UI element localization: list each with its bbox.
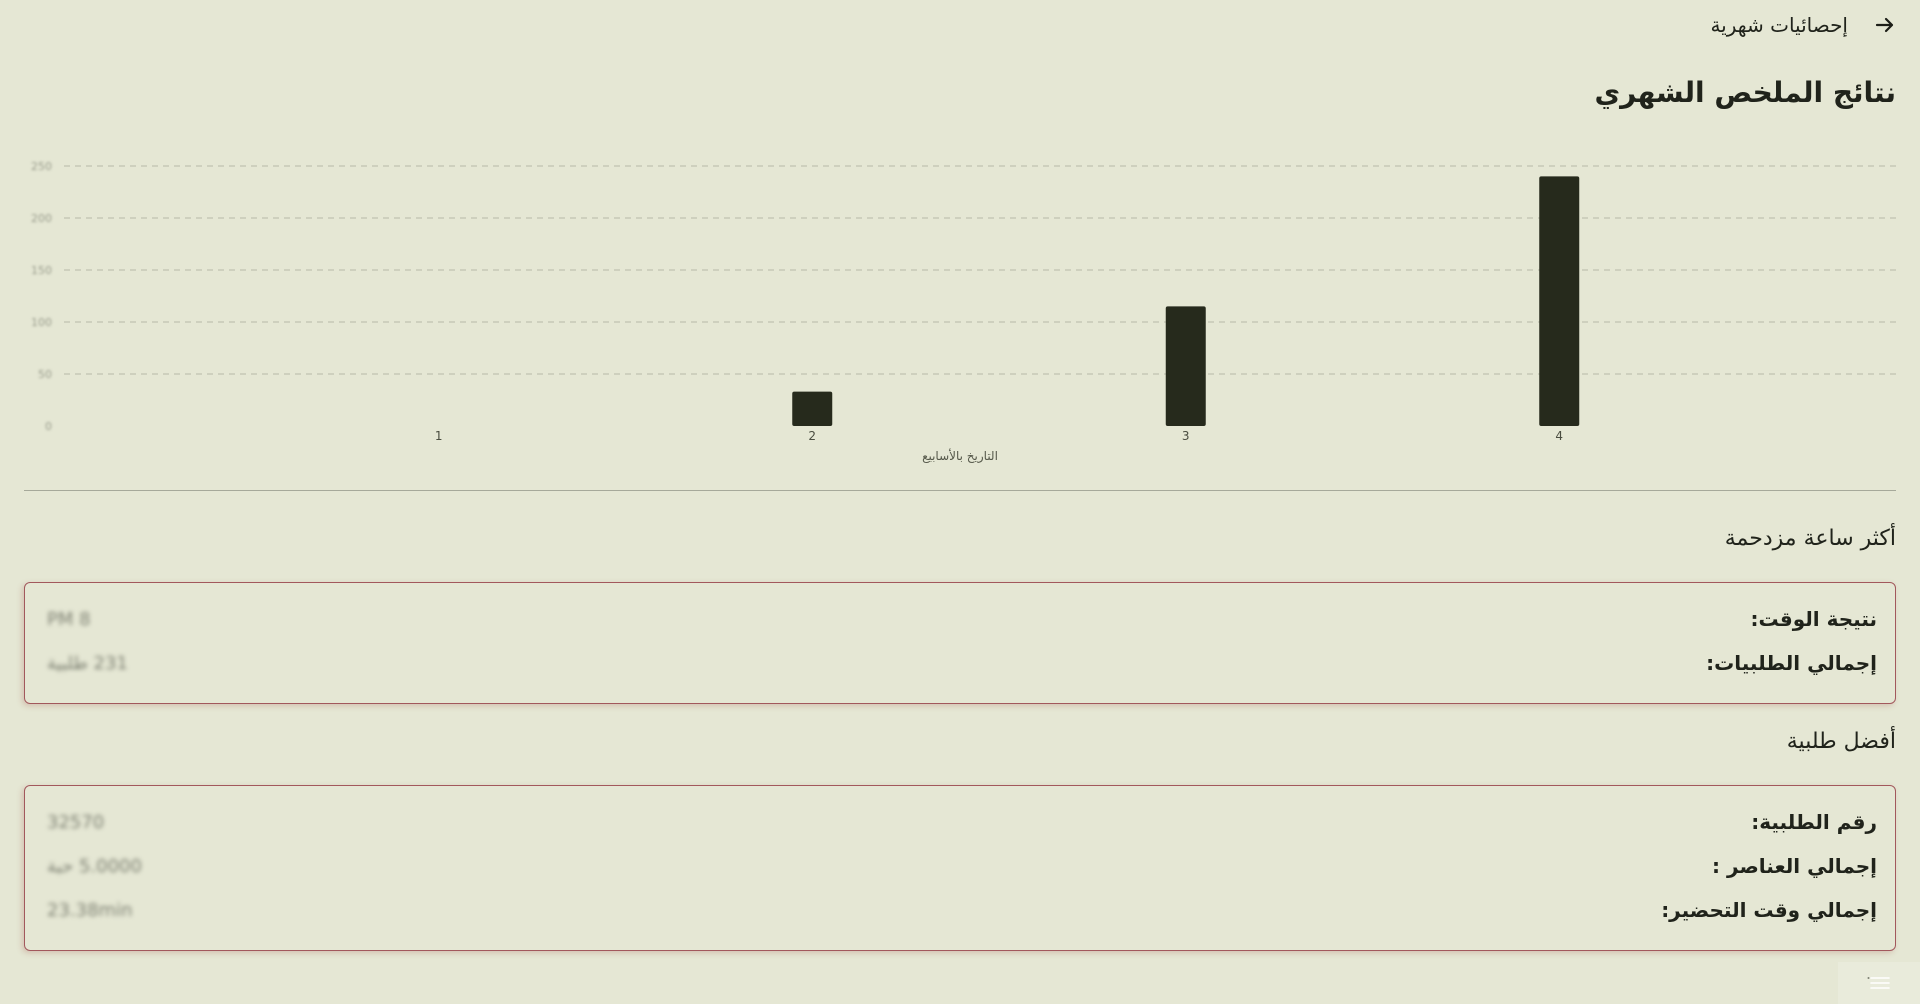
chart-bar [1539,176,1580,426]
corner-menu-button[interactable] [1838,962,1920,1004]
prep-time-value: 23.38min [47,899,133,921]
header-bar: إحصائيات شهرية [1710,8,1900,42]
x-tick-label: 3 [1182,429,1190,443]
busiest-hour-title: أكثر ساعة مزدحمة [1724,526,1896,551]
best-order-row-items: إجمالي العناصر : 5.0000 حبة [47,844,1877,888]
y-tick-label: 50 [38,368,52,381]
back-button[interactable] [1870,10,1900,40]
chart-bar [1165,306,1206,426]
chart-svg: 0 50 100 150 200 250 1 2 3 4 التاريخ بالأسابيع [31,160,1896,464]
prep-time-label: إجمالي وقت التحضير: [1661,898,1877,922]
y-tick-label: 150 [31,264,52,277]
arrow-right-icon [1875,17,1894,33]
busiest-hour-row-time: نتيجة الوقت: 8 PM [47,597,1877,641]
busiest-hour-card: نتيجة الوقت: 8 PM إجمالي الطلبيات: 231 ط… [24,582,1896,704]
x-axis-label: التاريخ بالأسابيع [922,448,998,464]
order-number-value: 32570 [47,811,105,833]
menu-lines-icon [1867,977,1890,989]
order-number-label: رقم الطلبية: [1751,810,1877,834]
total-orders-label: إجمالي الطلبيات: [1706,651,1877,675]
header-title: إحصائيات شهرية [1710,13,1848,37]
busiest-hour-row-orders: إجمالي الطلبيات: 231 طلبية [47,641,1877,685]
best-order-card: رقم الطلبية: 32570 إجمالي العناصر : 5.00… [24,785,1896,951]
total-items-value: 5.0000 حبة [47,855,142,877]
y-tick-label: 100 [31,316,52,329]
monthly-stats-page: إحصائيات شهرية نتائج الملخص الشهري 0 50 10… [0,0,1920,1004]
best-order-row-prep: إجمالي وقت التحضير: 23.38min [47,888,1877,932]
total-orders-value: 231 طلبية [47,652,128,674]
weekly-bar-chart: 0 50 100 150 200 250 1 2 3 4 التاريخ بالأسابيع [24,152,1896,472]
time-result-value: 8 PM [47,608,91,630]
y-tick-label: 250 [31,160,52,173]
total-items-label: إجمالي العناصر : [1712,854,1877,878]
time-result-label: نتيجة الوقت: [1750,607,1877,631]
y-tick-label: 0 [45,420,52,433]
x-tick-label: 2 [808,429,816,443]
x-tick-label: 4 [1555,429,1563,443]
divider [24,490,1896,491]
y-tick-label: 200 [31,212,52,225]
chart-bar [792,391,833,426]
best-order-title: أفضل طلبية [1786,729,1896,754]
page-title: نتائج الملخص الشهري [1594,76,1896,109]
best-order-row-number: رقم الطلبية: 32570 [47,800,1877,844]
x-tick-label: 1 [435,429,443,443]
